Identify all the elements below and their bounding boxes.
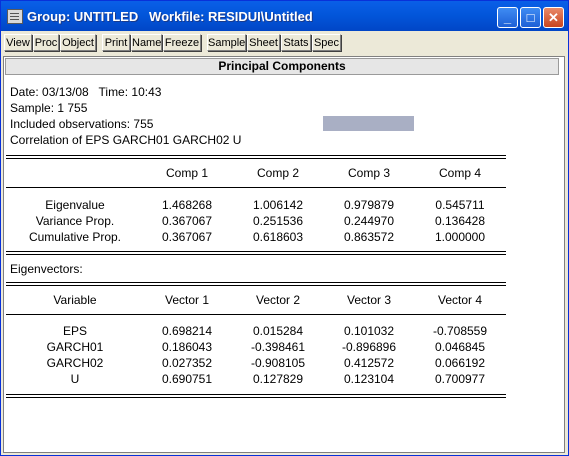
toolbar: View Proc Object Print Name Freeze Sampl… xyxy=(2,32,567,54)
group-icon xyxy=(7,9,23,24)
value-cell: 0.618603 xyxy=(252,230,304,244)
comp-header-2: Comp 2 xyxy=(256,166,300,180)
divider xyxy=(6,314,506,315)
correlation-line: Correlation of EPS GARCH01 GARCH02 U xyxy=(10,133,242,147)
divider xyxy=(6,285,506,286)
value-cell: 0.251536 xyxy=(252,214,304,228)
stats-button[interactable]: Stats xyxy=(281,34,311,51)
row-label: EPS xyxy=(62,324,87,338)
value-cell: 1.000000 xyxy=(434,230,486,244)
value-cell: 0.101032 xyxy=(343,324,395,338)
vector-header-2: Vector 2 xyxy=(255,293,301,307)
variable-header: Variable xyxy=(53,293,97,307)
minimize-button[interactable]: _ xyxy=(497,7,518,28)
row-label: Eigenvalue xyxy=(45,198,105,212)
divider xyxy=(6,282,506,283)
value-cell: 0.015284 xyxy=(252,324,304,338)
value-cell: -0.398461 xyxy=(250,340,306,354)
panel-title: Principal Components xyxy=(5,58,559,75)
divider xyxy=(6,254,506,255)
maximize-button[interactable]: □ xyxy=(520,7,541,28)
sample-line: Sample: 1 755 xyxy=(10,101,88,115)
sample-button[interactable]: Sample xyxy=(207,34,246,51)
value-cell: 0.186043 xyxy=(161,340,213,354)
comp-header-4: Comp 4 xyxy=(438,166,482,180)
eviews-group-window: Group: UNTITLED Workfile: RESIDUI\Untitl… xyxy=(0,0,569,456)
divider xyxy=(6,397,506,398)
value-cell: 0.690751 xyxy=(161,372,213,386)
row-label: Cumulative Prop. xyxy=(28,230,122,244)
comp-header-1: Comp 1 xyxy=(165,166,209,180)
vector-header-4: Vector 4 xyxy=(437,293,483,307)
value-cell: 0.027352 xyxy=(161,356,213,370)
value-cell: 0.136428 xyxy=(434,214,486,228)
comp-header-3: Comp 3 xyxy=(347,166,391,180)
value-cell: 0.123104 xyxy=(343,372,395,386)
value-cell: -0.908105 xyxy=(250,356,306,370)
value-cell: 0.127829 xyxy=(252,372,304,386)
value-cell: 0.367067 xyxy=(161,230,213,244)
row-label: GARCH01 xyxy=(46,340,104,354)
value-cell: 0.066192 xyxy=(434,356,486,370)
value-cell: 0.244970 xyxy=(343,214,395,228)
value-cell: 0.412572 xyxy=(343,356,395,370)
observations-line: Included observations: 755 xyxy=(10,117,154,131)
row-label: GARCH02 xyxy=(46,356,104,370)
value-cell: 0.367067 xyxy=(161,214,213,228)
spec-button[interactable]: Spec xyxy=(312,34,341,51)
value-cell: 0.863572 xyxy=(343,230,395,244)
divider xyxy=(6,158,506,159)
proc-button[interactable]: Proc xyxy=(33,34,59,51)
object-button[interactable]: Object xyxy=(60,34,96,51)
value-cell: 1.006142 xyxy=(252,198,304,212)
view-button[interactable]: View xyxy=(4,34,32,51)
title-bar[interactable]: Group: UNTITLED Workfile: RESIDUI\Untitl… xyxy=(1,1,568,31)
print-button[interactable]: Print xyxy=(102,34,130,51)
vector-header-3: Vector 3 xyxy=(346,293,392,307)
value-cell: -0.896896 xyxy=(341,340,397,354)
sheet-button[interactable]: Sheet xyxy=(247,34,280,51)
vector-header-1: Vector 1 xyxy=(164,293,210,307)
value-cell: 0.046845 xyxy=(434,340,486,354)
divider xyxy=(6,394,506,395)
divider xyxy=(6,187,506,188)
value-cell: 0.700977 xyxy=(434,372,486,386)
name-button[interactable]: Name xyxy=(131,34,162,51)
window-title: Group: UNTITLED Workfile: RESIDUI\Untitl… xyxy=(27,9,313,24)
selection-highlight[interactable] xyxy=(323,116,414,131)
eigenvectors-label: Eigenvectors: xyxy=(10,262,83,276)
date-line: Date: 03/13/08 Time: 10:43 xyxy=(10,85,162,99)
value-cell: 0.698214 xyxy=(161,324,213,338)
divider xyxy=(6,155,506,156)
value-cell: -0.708559 xyxy=(432,324,488,338)
row-label: U xyxy=(70,372,80,386)
value-cell: 1.468268 xyxy=(161,198,213,212)
row-label: Variance Prop. xyxy=(35,214,115,228)
freeze-button[interactable]: Freeze xyxy=(163,34,201,51)
value-cell: 0.979879 xyxy=(343,198,395,212)
divider xyxy=(6,251,506,252)
close-button[interactable]: ✕ xyxy=(543,7,564,28)
value-cell: 0.545711 xyxy=(435,198,485,212)
